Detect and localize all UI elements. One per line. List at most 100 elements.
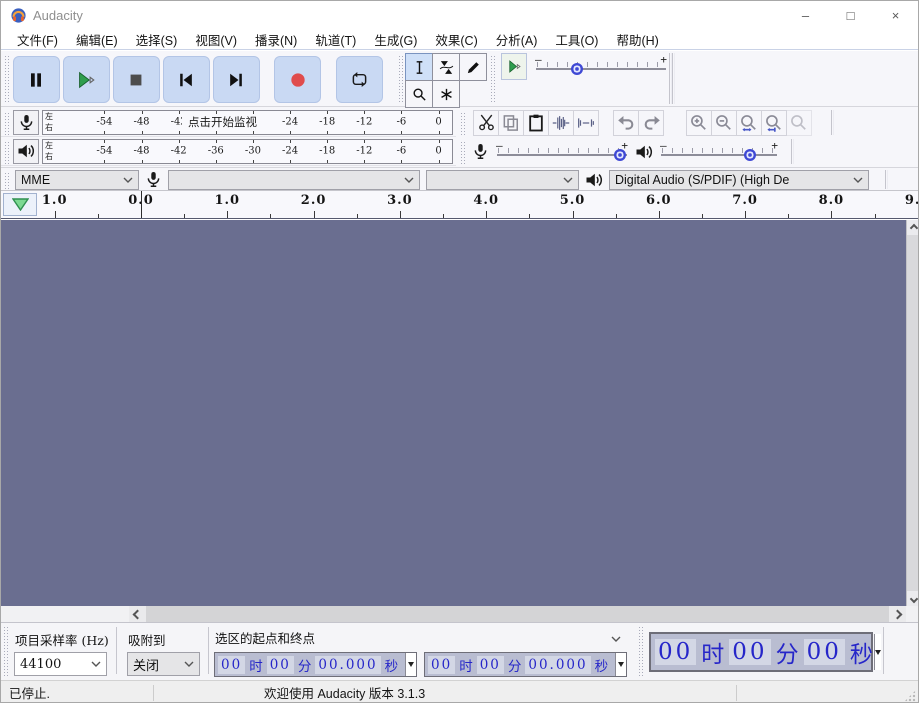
loop-button[interactable] — [336, 56, 383, 103]
playback-meter[interactable]: 左 右 -54-48-42-36-30-24-18-12-60 — [42, 139, 453, 164]
end-seconds[interactable]: 00.000 — [525, 656, 590, 674]
play-speed-slider[interactable]: – + — [533, 53, 669, 80]
end-hours[interactable]: 00 — [428, 656, 455, 674]
menu-item-file[interactable]: 文件(F) — [8, 28, 67, 51]
recording-meter-mic-button[interactable] — [13, 110, 39, 135]
time-format-dropdown[interactable] — [874, 634, 881, 670]
close-button[interactable]: × — [873, 1, 918, 29]
silence-selection-button[interactable] — [573, 110, 599, 136]
paste-button[interactable] — [523, 110, 549, 136]
position-minutes[interactable]: 00 — [729, 639, 770, 665]
position-seconds[interactable]: 00 — [804, 639, 845, 665]
tools-toolbar — [405, 53, 486, 107]
snap-to-select[interactable]: 关闭 — [127, 652, 200, 676]
position-hours[interactable]: 00 — [655, 639, 696, 665]
menu-item-help[interactable]: 帮助(H) — [607, 28, 667, 51]
track-area[interactable] — [1, 220, 906, 606]
device-toolbar-grabber[interactable] — [3, 171, 10, 191]
recording-channels-select[interactable] — [426, 170, 579, 190]
undo-button[interactable] — [613, 110, 639, 136]
audio-position-display[interactable]: 00 时 00 分 00 秒 — [649, 632, 873, 672]
trim-outside-selection-button[interactable] — [548, 110, 574, 136]
scroll-right-button[interactable] — [889, 606, 906, 622]
envelope-tool-button[interactable] — [432, 53, 460, 81]
zoom-tool-button[interactable] — [405, 80, 433, 108]
skip-to-start-button[interactable] — [163, 56, 210, 103]
edit-toolbar-grabber[interactable] — [459, 111, 466, 135]
playback-meter-grabber[interactable] — [3, 140, 10, 164]
menu-item-select[interactable]: 选择(S) — [127, 28, 187, 51]
project-rate-select[interactable]: 44100 — [14, 652, 107, 676]
menu-item-analyze[interactable]: 分析(A) — [487, 28, 547, 51]
pause-button[interactable] — [13, 56, 60, 103]
draw-tool-button[interactable] — [459, 53, 487, 81]
selection-start-time[interactable]: 00 时 00 分 00.000 秒 — [214, 652, 417, 677]
start-minutes[interactable]: 00 — [267, 656, 294, 674]
play-at-speed-grabber[interactable] — [489, 54, 496, 103]
maximize-button[interactable]: □ — [828, 1, 873, 29]
timeline-ruler[interactable]: 1.00.01.02.03.04.05.06.07.08.09.0 — [1, 191, 918, 219]
copy-button[interactable] — [498, 110, 524, 136]
playback-volume-slider[interactable]: – + — [658, 139, 780, 166]
redo-button[interactable] — [638, 110, 664, 136]
meter-scale-label: -36 — [208, 146, 224, 157]
playback-device-select[interactable]: Digital Audio (S/PDIF) (High De — [609, 170, 869, 190]
monitor-hint-label[interactable]: 点击开始监视 — [182, 114, 263, 130]
multi-tool-button[interactable] — [432, 80, 460, 108]
record-button[interactable] — [274, 56, 321, 103]
fit-selection-button[interactable] — [736, 110, 762, 136]
tools-toolbar-grabber[interactable] — [397, 54, 404, 103]
record-volume-thumb[interactable] — [614, 149, 626, 161]
menu-item-tools[interactable]: 工具(O) — [546, 28, 607, 51]
start-seconds[interactable]: 00.000 — [315, 656, 380, 674]
transport-toolbar-grabber[interactable] — [3, 54, 10, 103]
recording-device-select[interactable] — [168, 170, 420, 190]
selection-range-select[interactable]: 选区的起点和终点 — [215, 627, 627, 647]
record-volume-slider[interactable]: – + — [494, 139, 630, 166]
zoom-toggle-button[interactable] — [786, 110, 812, 136]
chevron-left-icon — [133, 609, 143, 619]
scroll-up-button[interactable] — [907, 220, 919, 235]
time-format-dropdown[interactable] — [615, 653, 626, 676]
start-hours[interactable]: 00 — [218, 656, 245, 674]
horizontal-scrollbar-track[interactable] — [146, 606, 889, 622]
seconds-unit-label: 秒 — [385, 655, 399, 675]
audio-host-select[interactable]: MME — [15, 170, 139, 190]
cut-button[interactable] — [473, 110, 499, 136]
end-minutes[interactable]: 00 — [477, 656, 504, 674]
menu-item-tracks[interactable]: 轨道(T) — [306, 28, 365, 51]
recording-meter-grabber[interactable] — [3, 111, 10, 135]
vertical-scrollbar[interactable] — [906, 220, 919, 606]
menu-item-transport[interactable]: 播录(N) — [246, 28, 306, 51]
fit-project-button[interactable] — [761, 110, 787, 136]
time-format-dropdown[interactable] — [405, 653, 416, 676]
playback-volume-thumb[interactable] — [744, 149, 756, 161]
selection-tool-button[interactable] — [405, 53, 433, 81]
scroll-down-button[interactable] — [907, 591, 919, 606]
menu-item-effect[interactable]: 效果(C) — [426, 28, 486, 51]
zoom-in-button[interactable] — [686, 110, 712, 136]
play-button[interactable] — [63, 56, 110, 103]
device-toolbar: MME Digital Audio (S/PDIF) (High De — [1, 167, 918, 191]
selection-end-time[interactable]: 00 时 00 分 00.000 秒 — [424, 652, 627, 677]
playback-meter-speaker-button[interactable] — [13, 139, 39, 164]
resize-grip[interactable] — [904, 690, 916, 702]
menu-item-edit[interactable]: 编辑(E) — [67, 28, 127, 51]
skip-to-end-button[interactable] — [213, 56, 260, 103]
time-toolbar-grabber[interactable] — [637, 627, 644, 676]
recording-meter[interactable]: 左 右 -54-48-42-36-30-24-18-12-60 点击开始监视 — [42, 110, 453, 135]
meter-scale-label: -12 — [356, 117, 372, 128]
zoom-out-button[interactable] — [711, 110, 737, 136]
stop-button[interactable] — [113, 56, 160, 103]
mixer-toolbar-grabber[interactable] — [459, 140, 466, 164]
menu-item-generate[interactable]: 生成(G) — [365, 28, 426, 51]
menu-item-view[interactable]: 视图(V) — [186, 28, 246, 51]
selection-toolbar-grabber[interactable] — [2, 627, 9, 676]
minimize-button[interactable]: – — [783, 1, 828, 29]
hours-unit-label: 时 — [459, 655, 473, 675]
play-at-speed-button[interactable] — [501, 53, 527, 80]
status-state: 已停止. — [1, 683, 153, 702]
audacity-window: Audacity – □ × 文件(F)编辑(E)选择(S)视图(V)播录(N)… — [0, 0, 919, 703]
scroll-left-button[interactable] — [129, 606, 146, 622]
play-speed-slider-thumb[interactable] — [571, 63, 583, 75]
